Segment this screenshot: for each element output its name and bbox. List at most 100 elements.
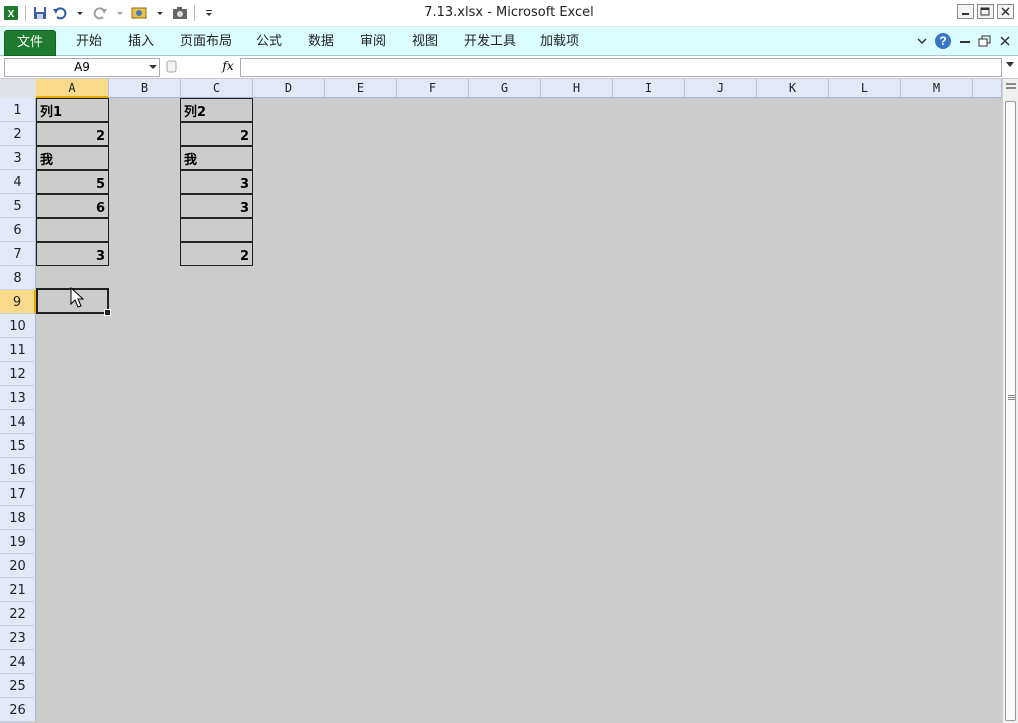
cell-A1[interactable]: 列1 xyxy=(36,98,109,122)
camera-icon[interactable] xyxy=(171,4,189,22)
row-header-15[interactable]: 15 xyxy=(0,434,36,458)
row-header-24[interactable]: 24 xyxy=(0,650,36,674)
tab-developer[interactable]: 开发工具 xyxy=(456,30,524,54)
cell-C7[interactable]: 2 xyxy=(180,242,253,266)
close-button[interactable] xyxy=(997,4,1014,19)
row-header-12[interactable]: 12 xyxy=(0,362,36,386)
worksheet-grid[interactable]: ABCDEFGHIJKLM 1 2 3 4 5 6 7 8 9 10 11 12 13 14 15 16 17 1… xyxy=(0,79,1002,723)
cell-C3[interactable]: 我 xyxy=(180,146,253,170)
macro-dropdown-icon[interactable] xyxy=(151,4,169,22)
scrollbar-thumb[interactable] xyxy=(1005,101,1016,721)
help-icon[interactable]: ? xyxy=(934,32,952,53)
split-handle-icon[interactable] xyxy=(1005,81,1017,95)
save-icon[interactable] xyxy=(31,4,49,22)
formula-input[interactable] xyxy=(240,58,1002,77)
cell-A6[interactable] xyxy=(36,218,109,242)
column-header-F[interactable]: F xyxy=(397,79,469,98)
cell-A7[interactable]: 3 xyxy=(36,242,109,266)
column-header-B[interactable]: B xyxy=(109,79,181,98)
expand-formula-icon[interactable] xyxy=(1006,62,1014,67)
column-header-A[interactable]: A xyxy=(36,79,109,98)
row-header-5[interactable]: 5 xyxy=(0,194,36,218)
vertical-scrollbar[interactable] xyxy=(1002,79,1018,723)
workbook-close-icon[interactable] xyxy=(998,35,1012,50)
column-header-C[interactable]: C xyxy=(181,79,253,98)
ribbon-minimize-icon[interactable] xyxy=(916,35,928,50)
row-header-14[interactable]: 14 xyxy=(0,410,36,434)
row-header-17[interactable]: 17 xyxy=(0,482,36,506)
workbook-minimize-icon[interactable] xyxy=(958,35,972,50)
excel-icon[interactable]: X xyxy=(2,4,20,22)
undo-dropdown-icon[interactable] xyxy=(71,4,89,22)
select-all-button[interactable] xyxy=(0,79,37,99)
column-header-filler xyxy=(973,79,1002,98)
tab-review[interactable]: 审阅 xyxy=(352,30,394,54)
column-header-K[interactable]: K xyxy=(757,79,829,98)
cell-C4[interactable]: 3 xyxy=(180,170,253,194)
column-header-I[interactable]: I xyxy=(613,79,685,98)
column-header-E[interactable]: E xyxy=(325,79,397,98)
redo-icon[interactable] xyxy=(91,4,109,22)
row-header-3[interactable]: 3 xyxy=(0,146,36,170)
grip-icon xyxy=(1008,395,1015,400)
minimize-button[interactable] xyxy=(957,4,974,19)
tab-home[interactable]: 开始 xyxy=(68,30,110,54)
row-header-16[interactable]: 16 xyxy=(0,458,36,482)
row-header-21[interactable]: 21 xyxy=(0,578,36,602)
row-header-2[interactable]: 2 xyxy=(0,122,36,146)
row-header-9[interactable]: 9 xyxy=(0,290,36,314)
name-box[interactable]: A9 xyxy=(4,58,160,77)
row-header-6[interactable]: 6 xyxy=(0,218,36,242)
collapse-formula-icon[interactable] xyxy=(166,60,178,73)
undo-icon[interactable] xyxy=(51,4,69,22)
column-header-H[interactable]: H xyxy=(541,79,613,98)
cell-C1[interactable]: 列2 xyxy=(180,98,253,122)
row-header-20[interactable]: 20 xyxy=(0,554,36,578)
cell-C6[interactable] xyxy=(180,218,253,242)
tab-formulas[interactable]: 公式 xyxy=(248,30,290,54)
row-header-19[interactable]: 19 xyxy=(0,530,36,554)
insert-function-button[interactable]: fx xyxy=(220,58,236,75)
row-header-18[interactable]: 18 xyxy=(0,506,36,530)
title-bar: X 7.13.xlsx - Microsoft Excel xyxy=(0,0,1018,27)
row-header-26[interactable]: 26 xyxy=(0,698,36,722)
column-header-L[interactable]: L xyxy=(829,79,901,98)
tab-data[interactable]: 数据 xyxy=(300,30,342,54)
row-header-25[interactable]: 25 xyxy=(0,674,36,698)
row-header-13[interactable]: 13 xyxy=(0,386,36,410)
row-header-23[interactable]: 23 xyxy=(0,626,36,650)
name-box-value: A9 xyxy=(74,60,90,74)
cell-A2[interactable]: 2 xyxy=(36,122,109,146)
row-header-1[interactable]: 1 xyxy=(0,98,36,122)
cell-C5[interactable]: 3 xyxy=(180,194,253,218)
tab-page-layout[interactable]: 页面布局 xyxy=(172,30,240,54)
column-header-G[interactable]: G xyxy=(469,79,541,98)
tab-insert[interactable]: 插入 xyxy=(120,30,162,54)
chevron-down-icon[interactable] xyxy=(149,65,157,69)
customize-toolbar-icon[interactable] xyxy=(200,4,218,22)
tab-view[interactable]: 视图 xyxy=(404,30,446,54)
column-header-M[interactable]: M xyxy=(901,79,973,98)
row-header-11[interactable]: 11 xyxy=(0,338,36,362)
row-header-4[interactable]: 4 xyxy=(0,170,36,194)
row-header-8[interactable]: 8 xyxy=(0,266,36,290)
macro-icon[interactable] xyxy=(131,4,149,22)
toolbar-separator xyxy=(25,5,26,21)
row-header-22[interactable]: 22 xyxy=(0,602,36,626)
column-header-J[interactable]: J xyxy=(685,79,757,98)
workbook-restore-icon[interactable] xyxy=(978,35,992,50)
row-header-7[interactable]: 7 xyxy=(0,242,36,266)
cell-A3[interactable]: 我 xyxy=(36,146,109,170)
formula-bar: A9 fx xyxy=(0,56,1018,79)
cell-A4[interactable]: 5 xyxy=(36,170,109,194)
ribbon-controls: ? xyxy=(916,32,1012,53)
column-header-D[interactable]: D xyxy=(253,79,325,98)
cell-A5[interactable]: 6 xyxy=(36,194,109,218)
restore-button[interactable] xyxy=(977,4,994,19)
tab-addins[interactable]: 加载项 xyxy=(532,30,587,54)
cell-C2[interactable]: 2 xyxy=(180,122,253,146)
fill-handle[interactable] xyxy=(104,309,111,316)
tab-file[interactable]: 文件 xyxy=(4,30,57,56)
redo-dropdown-icon[interactable] xyxy=(111,4,129,22)
row-header-10[interactable]: 10 xyxy=(0,314,36,338)
